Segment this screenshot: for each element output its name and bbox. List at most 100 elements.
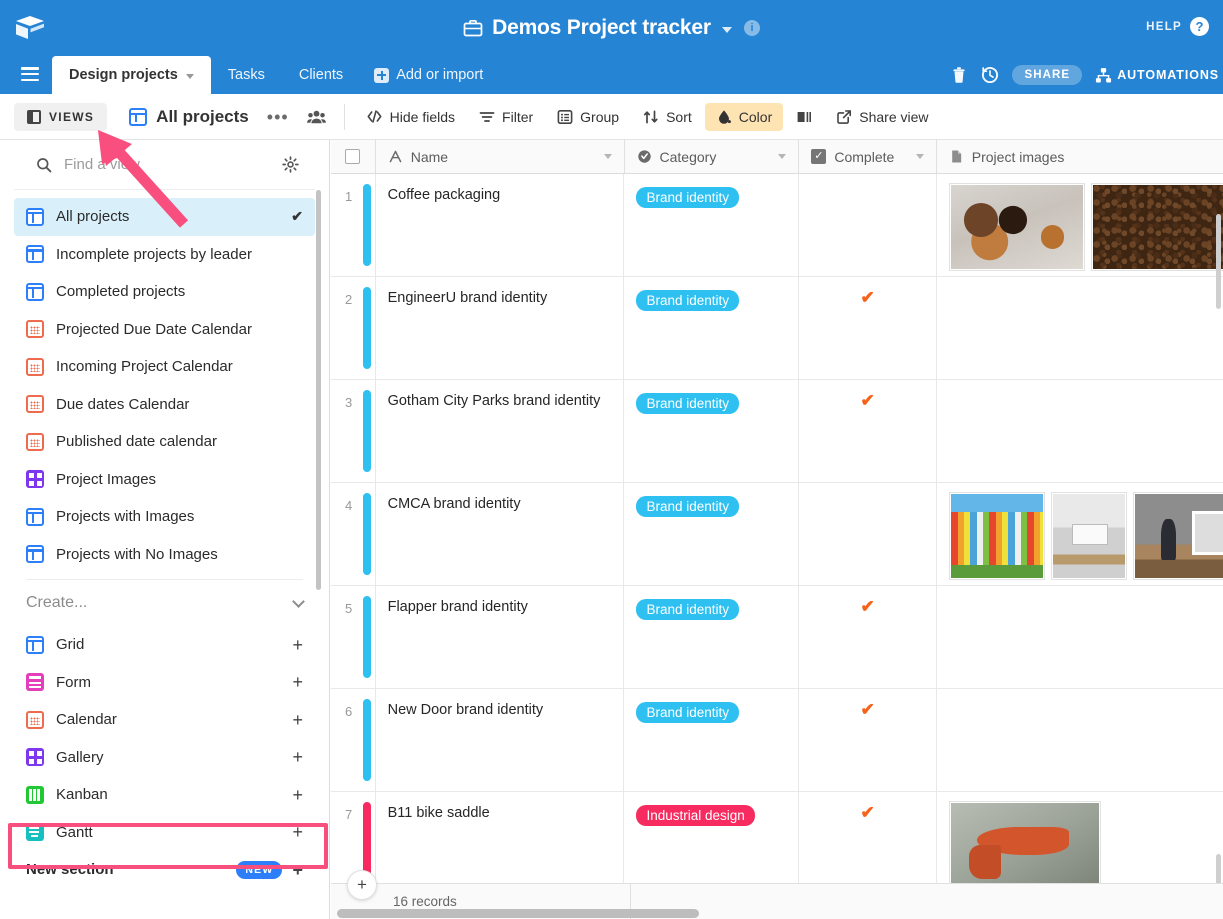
add-or-import-button[interactable]: Add or import	[360, 56, 497, 94]
grid-vertical-scrollbar[interactable]	[1216, 214, 1221, 309]
sidebar-view-completed-projects[interactable]: Completed projects	[14, 273, 315, 311]
create-item-grid[interactable]: Grid +	[0, 626, 329, 664]
add-grid-view-button[interactable]: +	[292, 638, 303, 652]
chevron-down-icon[interactable]	[186, 74, 194, 79]
cell-name[interactable]: Gotham City Parks brand identity	[376, 380, 625, 482]
add-section-button[interactable]: +	[292, 863, 303, 877]
table-row[interactable]: 2 EngineerU brand identity Brand identit…	[331, 277, 1223, 380]
cell-project-images[interactable]	[937, 483, 1223, 585]
cell-name[interactable]: B11 bike saddle	[376, 792, 625, 883]
sidebar-view-incoming-project-calendar[interactable]: Incoming Project Calendar	[14, 348, 315, 386]
info-icon[interactable]: i	[744, 20, 760, 36]
cell-name[interactable]: CMCA brand identity	[376, 483, 625, 585]
app-title[interactable]: Demos Project tracker i	[0, 0, 1223, 56]
cell-category[interactable]: Brand identity	[624, 174, 799, 276]
caret-down-icon[interactable]	[722, 27, 732, 33]
cell-category[interactable]: Brand identity	[624, 380, 799, 482]
current-view-name[interactable]: All projects	[129, 107, 249, 127]
cell-name[interactable]: Coffee packaging	[376, 174, 625, 276]
sidebar-view-incomplete-projects-by-leader[interactable]: Incomplete projects by leader	[14, 236, 315, 274]
tab-design-projects[interactable]: Design projects	[52, 56, 211, 94]
column-header-name[interactable]: Name	[376, 140, 625, 173]
create-item-gantt[interactable]: Gantt +	[0, 814, 329, 852]
cell-complete[interactable]	[799, 483, 936, 585]
cell-project-images[interactable]	[937, 792, 1223, 883]
caret-down-icon[interactable]	[604, 154, 612, 159]
cell-project-images[interactable]	[937, 277, 1223, 379]
cell-name[interactable]: Flapper brand identity	[376, 586, 625, 688]
cell-complete[interactable]: ✔	[799, 689, 936, 791]
sidebar-view-due-dates-calendar[interactable]: Due dates Calendar	[14, 386, 315, 424]
table-row[interactable]: 3 Gotham City Parks brand identity Brand…	[331, 380, 1223, 483]
filter-button[interactable]: Filter	[468, 103, 544, 131]
cell-category[interactable]: Industrial design	[624, 792, 799, 883]
table-row[interactable]: 7 B11 bike saddle Industrial design ✔	[331, 792, 1223, 883]
column-header-select[interactable]	[331, 140, 376, 173]
checkbox-icon[interactable]	[345, 149, 360, 164]
table-row[interactable]: 4 CMCA brand identity Brand identity	[331, 483, 1223, 586]
gear-icon[interactable]	[282, 156, 299, 173]
cell-project-images[interactable]	[937, 380, 1223, 482]
chevron-down-icon[interactable]	[292, 595, 305, 608]
cell-complete[interactable]: ✔	[799, 380, 936, 482]
create-item-calendar[interactable]: Calendar +	[0, 701, 329, 739]
share-button[interactable]: SHARE	[1012, 65, 1082, 85]
hide-fields-button[interactable]: Hide fields	[355, 103, 466, 131]
sidebar-view-projects-with-images[interactable]: Projects with Images	[14, 498, 315, 536]
caret-down-icon[interactable]	[778, 154, 786, 159]
people-icon[interactable]	[307, 109, 326, 125]
column-header-category[interactable]: Category	[625, 140, 800, 173]
cell-complete[interactable]: ✔	[799, 586, 936, 688]
thumbnail-bike-saddle-photo[interactable]	[949, 801, 1101, 883]
grid-vertical-scrollbar-lower[interactable]	[1216, 854, 1221, 883]
add-calendar-view-button[interactable]: +	[292, 713, 303, 727]
create-item-kanban[interactable]: Kanban +	[0, 776, 329, 814]
sidebar-view-projects-with-no-images[interactable]: Projects with No Images	[14, 536, 315, 574]
trash-icon[interactable]	[950, 66, 968, 84]
thumbnail-gallery-visitor-photo[interactable]	[1133, 492, 1223, 580]
thumbnail-coffee-cups-photo[interactable]	[949, 183, 1085, 271]
automations-button[interactable]: AUTOMATIONS	[1095, 67, 1219, 84]
caret-down-icon[interactable]	[916, 154, 924, 159]
sidebar-view-all-projects[interactable]: All projects ✔	[14, 198, 315, 236]
cell-project-images[interactable]	[937, 689, 1223, 791]
views-button[interactable]: VIEWS	[14, 103, 107, 131]
add-gallery-view-button[interactable]: +	[292, 750, 303, 764]
cell-project-images[interactable]	[937, 586, 1223, 688]
cell-category[interactable]: Brand identity	[624, 586, 799, 688]
sidebar-view-project-images[interactable]: Project Images	[14, 461, 315, 499]
cell-project-images[interactable]	[937, 174, 1223, 276]
help-button[interactable]: HELP ?	[1146, 17, 1209, 36]
thumbnail-gallery-interior-photo[interactable]	[1051, 492, 1127, 580]
sort-button[interactable]: Sort	[632, 103, 703, 131]
create-item-gallery[interactable]: Gallery +	[0, 739, 329, 777]
sidebar-view-published-date-calendar[interactable]: Published date calendar	[14, 423, 315, 461]
thumbnail-coffee-beans-photo[interactable]	[1091, 183, 1223, 271]
add-kanban-view-button[interactable]: +	[292, 788, 303, 802]
ellipsis-icon[interactable]: •••	[267, 112, 289, 122]
cell-category[interactable]: Brand identity	[624, 689, 799, 791]
new-section-row[interactable]: New section NEW +	[0, 851, 329, 888]
add-gantt-view-button[interactable]: +	[292, 825, 303, 839]
history-clock-icon[interactable]	[981, 66, 999, 84]
tab-tasks[interactable]: Tasks	[211, 56, 282, 94]
column-header-project-images[interactable]: Project images	[937, 140, 1223, 173]
cell-complete[interactable]: ✔	[799, 792, 936, 883]
add-record-button[interactable]: +	[347, 870, 377, 900]
add-form-view-button[interactable]: +	[292, 675, 303, 689]
cell-name[interactable]: EngineerU brand identity	[376, 277, 625, 379]
grid-horizontal-scrollbar[interactable]	[337, 909, 699, 918]
share-view-button[interactable]: Share view	[825, 103, 939, 131]
hamburger-menu-icon[interactable]	[21, 67, 39, 81]
color-button[interactable]: Color	[705, 103, 783, 131]
create-item-form[interactable]: Form +	[0, 664, 329, 702]
view-search-row[interactable]: Find a view	[14, 140, 315, 190]
create-section-header[interactable]: Create...	[0, 580, 329, 626]
question-mark-icon[interactable]: ?	[1190, 17, 1209, 36]
sidebar-view-projected-due-date-calendar[interactable]: Projected Due Date Calendar	[14, 311, 315, 349]
table-row[interactable]: 5 Flapper brand identity Brand identity …	[331, 586, 1223, 689]
cell-complete[interactable]: ✔	[799, 277, 936, 379]
cell-name[interactable]: New Door brand identity	[376, 689, 625, 791]
table-row[interactable]: 6 New Door brand identity Brand identity…	[331, 689, 1223, 792]
thumbnail-museum-wall-photo[interactable]	[949, 492, 1045, 580]
